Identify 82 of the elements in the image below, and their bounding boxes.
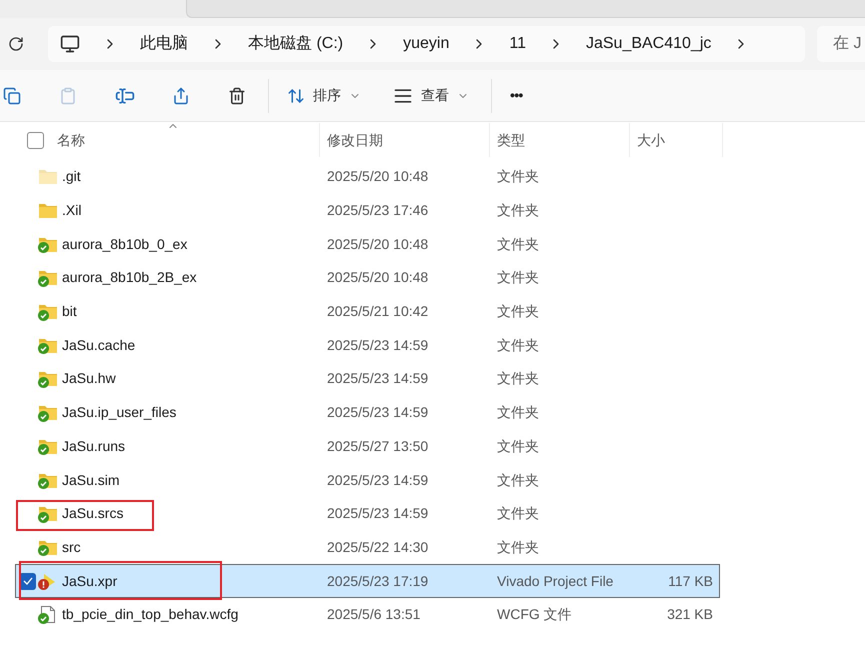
file-name: .git: [62, 167, 81, 186]
copy-icon[interactable]: [3, 86, 21, 104]
file-row[interactable]: tb_pcie_din_top_behav.wcfg 2025/5/6 13:51 WCFG 文件 321 KB: [15, 598, 720, 632]
file-name: JaSu.xpr: [62, 572, 118, 591]
type-cell-text: 文件夹: [496, 201, 540, 220]
more-button[interactable]: •••: [510, 85, 523, 106]
file-row[interactable]: JaSu.runs 2025/5/27 13:50 文件夹: [15, 430, 720, 464]
type-cell-text: 文件夹: [496, 268, 540, 288]
date-cell-text: 2025/5/20 10:48: [326, 268, 430, 288]
view-button[interactable]: 查看: [393, 85, 469, 106]
address-bar[interactable]: 此电脑 本地磁盘 (C:) yueyin 11 JaSu_BAC410_jc: [48, 26, 805, 62]
date-cell-text: 2025/5/23 14:59: [326, 504, 430, 524]
type-cell-text: 文件夹: [496, 167, 540, 186]
sort-button[interactable]: 排序: [287, 85, 361, 106]
file-name: .Xil: [62, 201, 82, 220]
date-cell-text: 2025/5/23 14:59: [326, 470, 430, 490]
file-name: JaSu.hw: [62, 369, 116, 388]
file-row[interactable]: JaSu.cache 2025/5/23 14:59 文件夹: [15, 328, 720, 362]
date-cell-text: 2025/5/23 14:59: [326, 403, 430, 422]
computer-icon: [60, 34, 80, 54]
type-cell-text: 文件夹: [496, 302, 540, 322]
type-cell-text: Vivado Project File: [496, 572, 614, 591]
date-cell-text: 2025/5/22 14:30: [326, 538, 430, 557]
type-cell-text: 文件夹: [496, 504, 540, 524]
file-name: JaSu.runs: [62, 436, 126, 456]
breadcrumb-item[interactable]: JaSu_BAC410_jc: [586, 32, 712, 56]
file-row[interactable]: JaSu.xpr 2025/5/23 17:19 Vivado Project File 117 KB: [15, 564, 720, 598]
file-row[interactable]: aurora_8b10b_2B_ex 2025/5/20 10:48 文件夹: [15, 261, 720, 295]
type-cell-text: 文件夹: [496, 234, 540, 254]
file-row[interactable]: .git 2025/5/20 10:48 文件夹: [15, 160, 720, 194]
date-cell-text: 2025/5/27 13:50: [326, 436, 430, 456]
date-cell-text: 2025/5/23 17:19: [326, 572, 430, 591]
file-row[interactable]: JaSu.ip_user_files 2025/5/23 14:59 文件夹: [15, 396, 720, 430]
rename-icon[interactable]: [115, 86, 135, 106]
search-field[interactable]: 在 J: [817, 26, 865, 62]
file-row[interactable]: JaSu.sim 2025/5/23 14:59 文件夹: [15, 463, 720, 497]
file-row[interactable]: JaSu.srcs 2025/5/23 14:59 文件夹: [15, 496, 720, 531]
file-row[interactable]: bit 2025/5/21 10:42 文件夹: [15, 294, 720, 328]
breadcrumb-item[interactable]: 11: [509, 32, 526, 56]
select-all-checkbox[interactable]: [27, 132, 44, 148]
date-cell-text: 2025/5/23 17:46: [326, 201, 430, 220]
file-name: JaSu.cache: [62, 336, 136, 355]
breadcrumb-item[interactable]: 此电脑: [140, 32, 188, 56]
type-cell-text: 文件夹: [496, 538, 540, 557]
type-cell-text: 文件夹: [496, 470, 540, 490]
file-name: JaSu.srcs: [62, 504, 124, 524]
type-cell-text: 文件夹: [496, 336, 540, 355]
share-icon[interactable]: [172, 86, 190, 104]
file-name: tb_pcie_din_top_behav.wcfg: [62, 605, 238, 624]
sort-icon: [287, 86, 305, 104]
breadcrumb-item[interactable]: 本地磁盘 (C:): [248, 32, 344, 56]
file-row[interactable]: .Xil 2025/5/23 17:46 文件夹: [15, 194, 720, 228]
type-cell-text: 文件夹: [496, 436, 540, 456]
file-name: src: [62, 538, 81, 557]
paste-icon: [59, 86, 77, 104]
column-header[interactable]: 类型: [497, 130, 525, 150]
date-cell-text: 2025/5/21 10:42: [326, 302, 430, 322]
column-header[interactable]: 修改日期: [327, 130, 383, 150]
file-name: JaSu.ip_user_files: [62, 403, 176, 422]
breadcrumb-item[interactable]: yueyin: [403, 32, 450, 56]
type-cell-text: 文件夹: [496, 369, 540, 388]
file-name: bit: [62, 302, 77, 322]
date-cell-text: 2025/5/23 14:59: [326, 336, 430, 355]
file-name: aurora_8b10b_0_ex: [62, 234, 188, 254]
file-name: aurora_8b10b_2B_ex: [62, 268, 197, 288]
date-cell-text: 2025/5/20 10:48: [326, 167, 430, 186]
delete-icon[interactable]: [228, 86, 246, 104]
size-cell-text: 117 KB: [668, 572, 713, 591]
checkmark-icon: [22, 577, 32, 586]
file-name: JaSu.sim: [62, 470, 120, 490]
date-cell-text: 2025/5/6 13:51: [326, 605, 422, 624]
file-row[interactable]: aurora_8b10b_0_ex 2025/5/20 10:48 文件夹: [15, 227, 720, 262]
size-cell-text: 321 KB: [667, 605, 713, 624]
refresh-icon[interactable]: [8, 36, 24, 52]
file-row[interactable]: src 2025/5/22 14:30 文件夹: [15, 530, 720, 564]
type-cell-text: WCFG 文件: [496, 605, 573, 624]
date-cell-text: 2025/5/20 10:48: [326, 234, 430, 254]
type-cell-text: 文件夹: [496, 403, 540, 422]
column-header[interactable]: 名称: [57, 130, 85, 150]
date-cell-text: 2025/5/23 14:59: [326, 369, 430, 388]
column-header[interactable]: 大小: [637, 130, 665, 150]
file-row[interactable]: JaSu.hw 2025/5/23 14:59 文件夹: [15, 362, 720, 396]
